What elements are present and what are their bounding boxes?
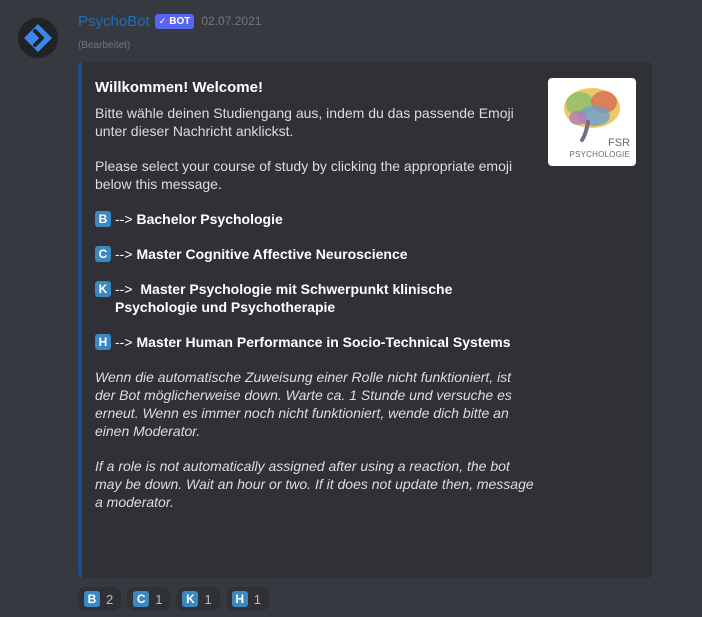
course-item-clinical-psychology: K --> Master Psychologie mit Schwerpunkt… <box>95 280 535 316</box>
reaction-count: 2 <box>106 591 114 607</box>
avatar[interactable] <box>18 18 58 58</box>
letter-b-icon: B <box>84 591 100 607</box>
thumbnail-label-psychologie: PSYCHOLOGIE <box>569 150 630 159</box>
message-timestamp[interactable]: 02.07.2021 <box>201 14 261 28</box>
edited-label[interactable]: (Bearbeitet) <box>78 40 130 51</box>
message: PsychoBot ✓ BOT 02.07.2021 (Bearbeitet) … <box>0 0 702 617</box>
bot-tag: ✓ BOT <box>154 13 195 29</box>
thumbnail-label: FSR PSYCHOLOGIE <box>570 138 630 160</box>
letter-k-icon: K <box>95 281 111 297</box>
note-german: Wenn die automatische Zuweisung einer Ro… <box>95 369 512 439</box>
course-item-human-performance: H --> Master Human Performance in Socio-… <box>95 333 535 351</box>
intro-german: Bitte wähle deinen Studiengang aus, inde… <box>95 105 514 139</box>
course-arrow: --> <box>115 281 133 297</box>
course-name: Master Human Performance in Socio-Techni… <box>136 334 511 350</box>
reaction-c[interactable]: C 1 <box>127 587 171 611</box>
course-arrow: --> <box>115 246 133 262</box>
reactions-bar: B 2 C 1 K 1 H 1 <box>78 587 269 613</box>
letter-c-icon: C <box>133 591 150 607</box>
reaction-k[interactable]: K 1 <box>176 587 220 611</box>
reaction-count: 1 <box>204 591 212 607</box>
note-english: If a role is not automatically assigned … <box>95 458 534 510</box>
reaction-count: 1 <box>253 591 261 607</box>
course-name: Bachelor Psychologie <box>136 211 283 227</box>
embed-body: Willkommen! Welcome! Bitte wähle deinen … <box>95 78 535 511</box>
letter-k-icon: K <box>182 591 199 607</box>
letter-h-icon: H <box>95 334 111 350</box>
bot-tag-label: BOT <box>169 15 191 27</box>
message-header: PsychoBot ✓ BOT 02.07.2021 <box>78 11 261 31</box>
thumbnail-label-fsr: FSR <box>608 137 630 149</box>
embed-thumbnail[interactable]: FSR PSYCHOLOGIE <box>548 78 636 166</box>
course-item-cognitive-affective-neuroscience: C --> Master Cognitive Affective Neurosc… <box>95 245 535 263</box>
letter-b-icon: B <box>95 211 111 227</box>
embed-title: Willkommen! Welcome! <box>95 79 263 96</box>
course-arrow: --> <box>115 334 133 350</box>
author-name[interactable]: PsychoBot <box>78 13 150 30</box>
reaction-h[interactable]: H 1 <box>225 587 269 611</box>
verified-check-icon: ✓ <box>158 15 167 26</box>
reaction-count: 1 <box>155 591 163 607</box>
embed: Willkommen! Welcome! Bitte wähle deinen … <box>78 62 652 578</box>
course-item-bachelor: B --> Bachelor Psychologie <box>95 210 535 228</box>
course-name: Master Cognitive Affective Neuroscience <box>136 246 408 262</box>
letter-c-icon: C <box>95 246 111 262</box>
course-name: Master Psychologie mit Schwerpunkt klini… <box>115 281 453 315</box>
course-arrow: --> <box>115 211 133 227</box>
intro-english: Please select your course of study by cl… <box>95 158 513 192</box>
reaction-b[interactable]: B 2 <box>78 587 122 611</box>
letter-h-icon: H <box>231 591 248 607</box>
bot-diamond-icon <box>18 18 58 58</box>
